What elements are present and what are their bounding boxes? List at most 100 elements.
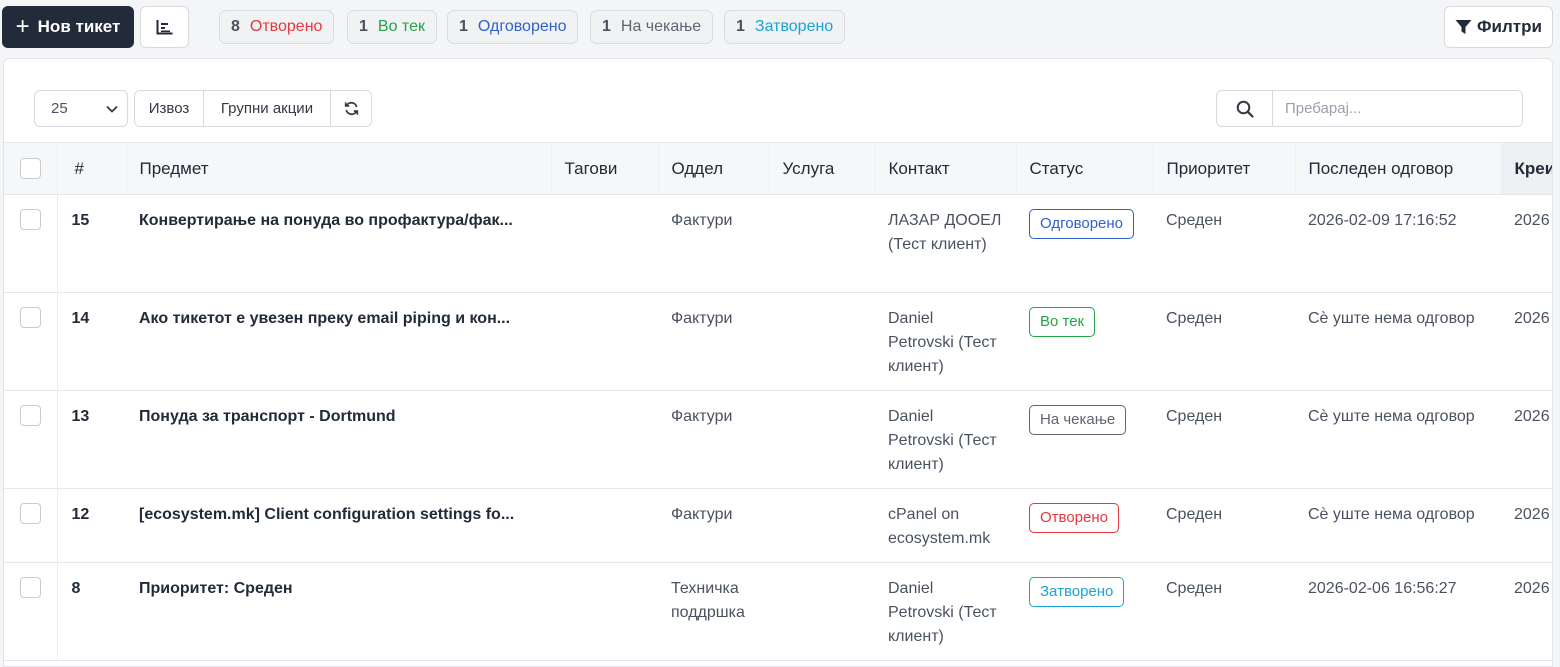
ticket-department: Фактури — [658, 390, 769, 489]
ticket-service — [769, 194, 875, 293]
table-row[interactable]: 12 [ecosystem.mk] Client configuration s… — [4, 488, 1552, 563]
ticket-contact: Daniel Petrovski (Тест клиент) — [875, 562, 1016, 661]
status-badge[interactable]: Одговорено — [1029, 209, 1135, 239]
row-checkbox[interactable] — [20, 503, 41, 524]
ticket-created: 2026 17:10 — [1501, 488, 1552, 563]
ticket-subject[interactable]: Приоритет: Среден — [126, 562, 551, 661]
ticket-tags — [551, 562, 658, 661]
ticket-created: 2026 22:45 — [1501, 194, 1552, 293]
column-header-department[interactable]: Оддел — [658, 142, 770, 195]
ticket-priority: Среден — [1153, 488, 1295, 563]
chevron-down-icon — [106, 105, 118, 113]
ticket-subject[interactable]: Конвертирање на понуда во профактура/фак… — [126, 194, 551, 293]
row-select-cell — [4, 488, 58, 563]
ticket-contact: Daniel Petrovski (Тест клиент) — [875, 390, 1016, 489]
status-badge[interactable]: Во тек — [1029, 307, 1096, 337]
ticket-service — [769, 292, 875, 391]
table-controls: 25 Извоз Групни акции — [4, 59, 1552, 143]
bulk-actions-button[interactable]: Групни акции — [204, 91, 331, 126]
ticket-last-reply: Сѐ уште нема одговор — [1295, 390, 1501, 489]
ticket-priority: Среден — [1153, 390, 1295, 489]
ticket-contact: ЛАЗАР ДООЕЛ (Тест клиент) — [875, 194, 1016, 293]
ticket-id: 14 — [57, 292, 126, 391]
row-checkbox[interactable] — [20, 577, 41, 598]
bar-chart-icon — [156, 19, 173, 34]
column-header-contact[interactable]: Контакт — [875, 142, 1017, 195]
ticket-created: 2026 19:03 — [1501, 292, 1552, 391]
filters-label: Филтри — [1477, 17, 1542, 36]
table-row[interactable]: 8 Приоритет: Среден Техничка поддршка Da… — [4, 562, 1552, 661]
search-input[interactable] — [1273, 91, 1522, 126]
column-header-subject[interactable]: Предмет — [126, 142, 552, 195]
row-checkbox[interactable] — [20, 307, 41, 328]
status-pill-in-progress[interactable]: 1 Во тек — [347, 10, 437, 44]
refresh-button[interactable] — [331, 91, 371, 126]
tickets-card: 25 Извоз Групни акции Пребарај... # Пред… — [3, 58, 1553, 667]
status-pill-answered[interactable]: 1 Одговорено — [447, 10, 579, 44]
ticket-department: Фактури — [658, 488, 769, 563]
table-button-group: Извоз Групни акции — [134, 90, 372, 127]
column-header-tags[interactable]: Тагови — [551, 142, 659, 195]
ticket-tags — [551, 488, 658, 563]
ticket-last-reply: 2026-02-09 17:16:52 — [1295, 194, 1501, 293]
table-row[interactable]: 15 Конвертирање на понуда во профактура/… — [4, 194, 1552, 293]
select-all-checkbox[interactable] — [20, 158, 41, 179]
ticket-last-reply: 2026-02-06 16:56:27 — [1295, 562, 1501, 661]
status-badge[interactable]: Отворено — [1029, 503, 1119, 533]
ticket-tags — [551, 292, 658, 391]
status-pill-open[interactable]: 8 Отворено — [219, 10, 335, 44]
row-select-cell — [4, 390, 58, 489]
pill-count: 1 — [736, 18, 745, 35]
pill-count: 1 — [602, 18, 611, 35]
column-header-id[interactable]: # — [57, 142, 127, 195]
table-row[interactable]: 13 Понуда за транспорт - Dortmund Фактур… — [4, 390, 1552, 489]
status-pill-closed[interactable]: 1 Затворено — [724, 10, 846, 44]
page-length-select[interactable]: 25 — [34, 90, 128, 127]
ticket-service — [769, 390, 875, 489]
column-header-created[interactable]: Креи — [1501, 142, 1552, 195]
ticket-status-cell: Отворено — [1016, 488, 1153, 563]
pill-label: Отворено — [249, 18, 323, 35]
ticket-subject[interactable]: Понуда за транспорт - Dortmund — [126, 390, 551, 489]
search-button[interactable] — [1217, 91, 1273, 126]
filters-button[interactable]: Филтри — [1444, 6, 1553, 48]
table-row[interactable]: 14 Ако тикетот е увезен преку email pipi… — [4, 292, 1552, 391]
ticket-status-cell: Одговорено — [1016, 194, 1153, 293]
funnel-icon — [1455, 20, 1472, 34]
status-pill-on-hold[interactable]: 1 На чекање — [590, 10, 714, 44]
chart-toggle-button[interactable] — [140, 6, 189, 48]
export-button[interactable]: Извоз — [135, 91, 204, 126]
ticket-department: Фактури — [658, 194, 769, 293]
ticket-priority: Среден — [1153, 194, 1295, 293]
pill-count: 1 — [359, 18, 368, 35]
column-header-last-reply[interactable]: Последен одговор — [1295, 142, 1502, 195]
pill-label: Одговорено — [477, 18, 567, 35]
ticket-subject[interactable]: [ecosystem.mk] Client configuration sett… — [126, 488, 551, 563]
ticket-tags — [551, 390, 658, 489]
ticket-department: Фактури — [658, 292, 769, 391]
ticket-last-reply: Сѐ уште нема одговор — [1295, 488, 1501, 563]
ticket-last-reply: Сѐ уште нема одговор — [1295, 292, 1501, 391]
ticket-priority: Среден — [1153, 562, 1295, 661]
ticket-subject[interactable]: Ако тикетот е увезен преку email piping … — [126, 292, 551, 391]
top-toolbar: + Нов тикет 8 Отворено 1 Во тек 1 Одгово… — [0, 0, 1560, 56]
ticket-priority: Среден — [1153, 292, 1295, 391]
ticket-status-cell: Затворено — [1016, 562, 1153, 661]
pill-label: На чекање — [620, 18, 702, 35]
column-header-priority[interactable]: Приоритет — [1153, 142, 1296, 195]
ticket-service — [769, 488, 875, 563]
new-ticket-button[interactable]: + Нов тикет — [2, 6, 134, 48]
status-badge[interactable]: На чекање — [1029, 405, 1127, 435]
column-header-service[interactable]: Услуга — [769, 142, 876, 195]
row-checkbox[interactable] — [20, 209, 41, 230]
table-header-row: # Предмет Тагови Оддел Услуга Контакт Ст… — [4, 142, 1552, 195]
status-badge[interactable]: Затворено — [1029, 577, 1125, 607]
column-header-status[interactable]: Статус — [1016, 142, 1154, 195]
row-checkbox[interactable] — [20, 405, 41, 426]
ticket-status-cell: На чекање — [1016, 390, 1153, 489]
page-length-value: 25 — [51, 100, 68, 117]
ticket-status-cell: Во тек — [1016, 292, 1153, 391]
plus-icon: + — [15, 13, 30, 40]
pill-label: Затворено — [754, 18, 834, 35]
ticket-contact: Daniel Petrovski (Тест клиент) — [875, 292, 1016, 391]
